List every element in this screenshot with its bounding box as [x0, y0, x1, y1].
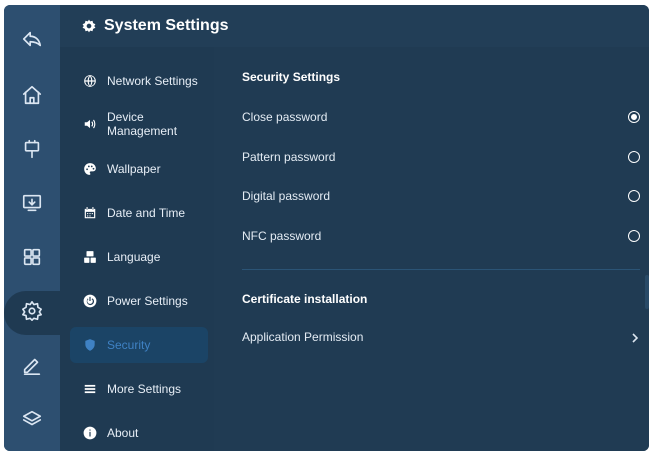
sidebar-item-label: Language: [107, 250, 161, 264]
speaker-icon: [83, 117, 97, 131]
sidebar-item-network-settings[interactable]: Network Settings: [70, 63, 208, 99]
radio-pattern-password[interactable]: [628, 151, 640, 163]
usb-icon: [21, 138, 43, 165]
sidebar-item-more-settings[interactable]: More Settings: [70, 371, 208, 407]
sidebar-item-language[interactable]: Language: [70, 239, 208, 275]
language-icon: [83, 250, 97, 264]
option-close-password[interactable]: Close password: [242, 106, 640, 128]
usb-button[interactable]: [10, 129, 54, 173]
sidebar-item-label: Date and Time: [107, 206, 186, 220]
apps-button[interactable]: [10, 237, 54, 281]
chevron-right-icon: [630, 332, 640, 343]
apps-grid-icon: [21, 246, 43, 273]
section-divider: [242, 269, 640, 270]
page-title: System Settings: [104, 17, 229, 34]
option-label: Pattern password: [242, 150, 336, 164]
info-icon: [83, 426, 97, 440]
sidebar-item-label: About: [107, 426, 139, 440]
pen-button[interactable]: [10, 345, 54, 389]
sidebar-item-label: Device Management: [107, 110, 178, 138]
sidebar-item-label: Power Settings: [107, 294, 188, 308]
settings-button[interactable]: [4, 291, 60, 335]
screen-share-icon: [21, 192, 43, 219]
scrollbar[interactable]: [645, 275, 649, 309]
settings-sidebar: Network Settings Device Management Wallp…: [60, 47, 214, 451]
gear-icon: [82, 19, 96, 33]
option-label: Digital password: [242, 189, 331, 203]
radio-close-password[interactable]: [628, 111, 640, 123]
home-button[interactable]: [10, 75, 54, 119]
calendar-icon: [83, 206, 97, 220]
sidebar-item-label: Wallpaper: [107, 162, 161, 176]
layers-icon: [21, 408, 43, 435]
sidebar-item-device-management[interactable]: Device Management: [70, 103, 208, 145]
globe-icon: [83, 74, 97, 88]
sidebar-item-label: More Settings: [107, 382, 182, 396]
security-settings-panel: Security Settings Close password Pattern…: [214, 47, 649, 451]
pen-icon: [21, 354, 43, 381]
sidebar-item-label: Security: [107, 338, 151, 352]
radio-digital-password[interactable]: [628, 190, 640, 202]
palette-icon: [83, 162, 97, 176]
option-nfc-password[interactable]: NFC password: [242, 225, 640, 247]
menu-icon: [83, 382, 97, 396]
radio-nfc-password[interactable]: [628, 230, 640, 242]
back-button[interactable]: [10, 19, 54, 63]
shield-icon: [83, 338, 97, 352]
certificate-installation-heading: Certificate installation: [242, 292, 368, 306]
option-digital-password[interactable]: Digital password: [242, 185, 640, 207]
sidebar-item-about[interactable]: About: [70, 415, 208, 451]
sidebar-item-date-and-time[interactable]: Date and Time: [70, 195, 208, 231]
option-pattern-password[interactable]: Pattern password: [242, 146, 640, 168]
security-settings-heading: Security Settings: [242, 70, 341, 84]
layers-button[interactable]: [10, 399, 54, 443]
left-rail: [4, 5, 60, 451]
sidebar-item-security[interactable]: Security: [70, 327, 208, 363]
sidebar-item-label: Network Settings: [107, 74, 198, 88]
back-icon: [21, 28, 43, 55]
settings-window: System Settings Network Settings Device …: [4, 5, 649, 451]
app-header: System Settings: [60, 5, 649, 47]
application-permission-row[interactable]: Application Permission: [242, 326, 640, 348]
sidebar-item-power-settings[interactable]: Power Settings: [70, 283, 208, 319]
power-icon: [83, 294, 97, 308]
home-icon: [21, 84, 43, 111]
option-label: Close password: [242, 110, 328, 124]
screen-share-button[interactable]: [10, 183, 54, 227]
settings-icon: [21, 300, 43, 327]
option-label: NFC password: [242, 229, 322, 243]
option-label: Application Permission: [242, 330, 364, 344]
sidebar-item-wallpaper[interactable]: Wallpaper: [70, 151, 208, 187]
